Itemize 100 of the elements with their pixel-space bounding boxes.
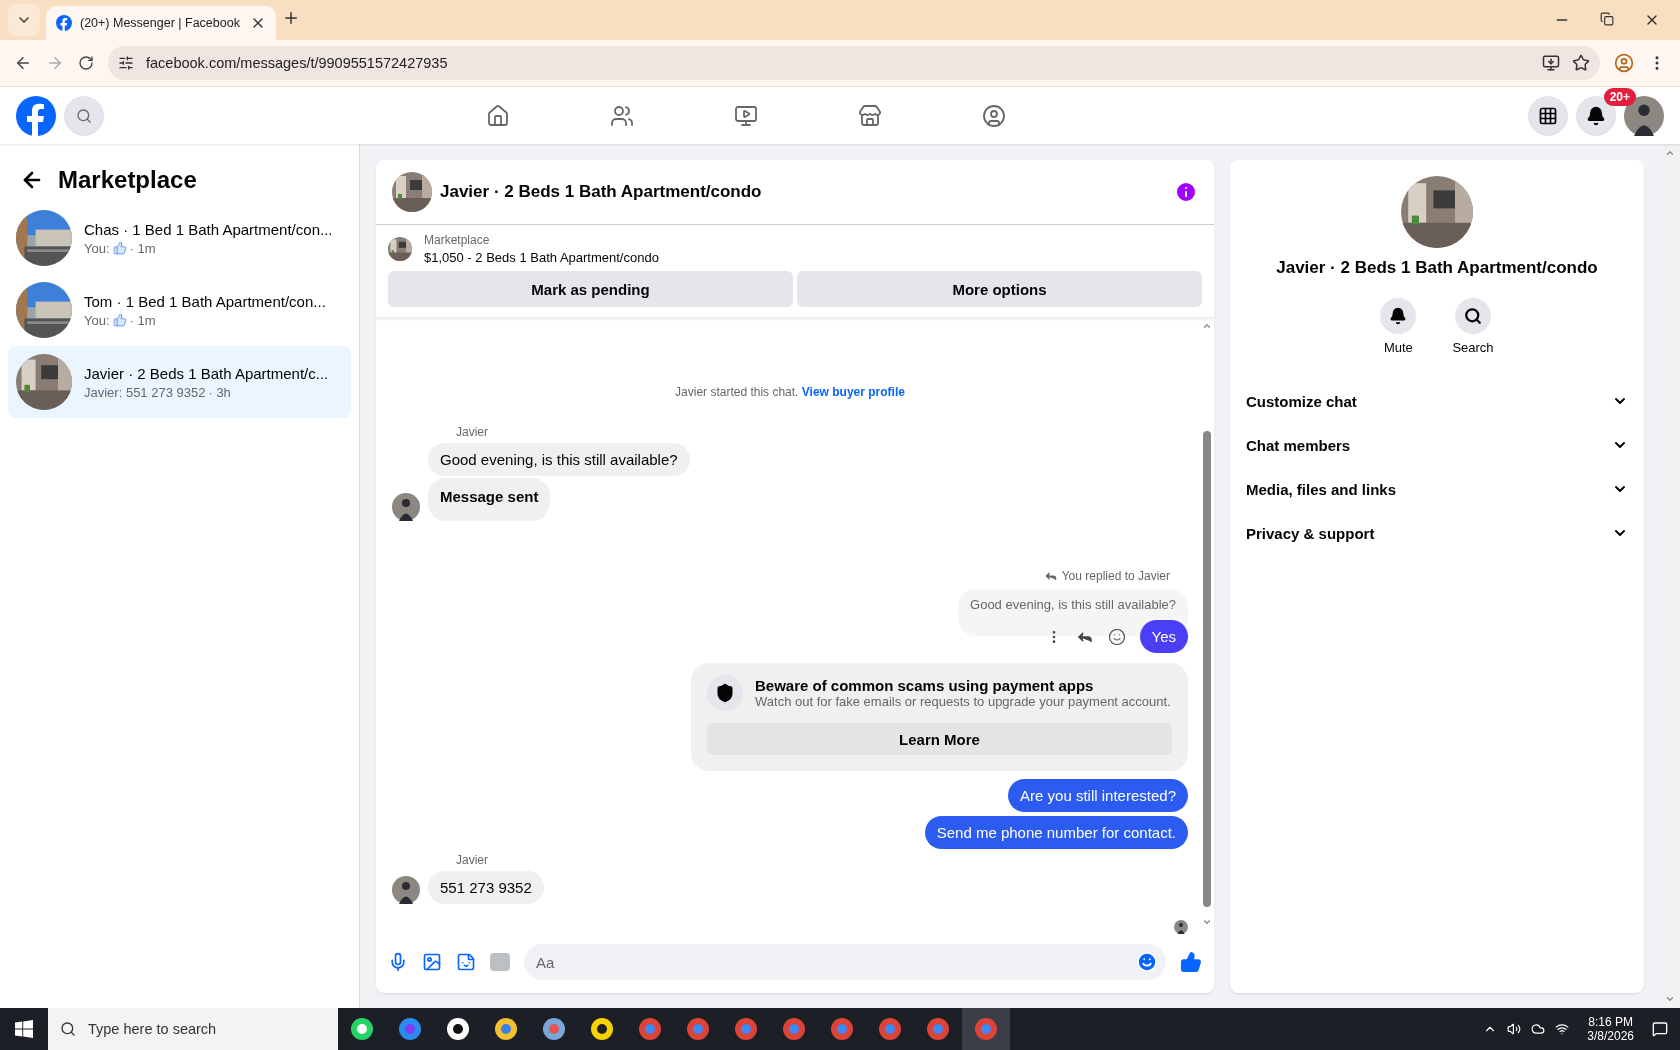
conversation-preview: Javier: 551 273 9352 (84, 384, 206, 400)
smiley-icon[interactable] (1107, 627, 1126, 646)
friends-icon[interactable] (610, 103, 634, 128)
sender-name: Javier (456, 853, 489, 867)
chrome-icon[interactable] (878, 1017, 902, 1041)
chrome-icon[interactable] (734, 1017, 758, 1041)
details-section[interactable]: Customize chat (1246, 379, 1628, 423)
notes-icon[interactable] (590, 1017, 614, 1041)
sticker-icon[interactable] (456, 952, 476, 972)
volume-icon (1507, 1022, 1522, 1036)
listing-action-button[interactable]: Mark as pending (388, 271, 793, 307)
microphone-icon[interactable] (388, 952, 408, 972)
details-section[interactable]: Privacy & support (1246, 511, 1628, 555)
learn-more-button[interactable]: Learn More (707, 723, 1172, 755)
conversation-title: Chas · 1 Bed 1 Bath Apartment/con... (84, 220, 333, 238)
message-bubble: 551 273 9352 (428, 871, 544, 904)
chrome-icon[interactable] (974, 1017, 998, 1041)
back-icon[interactable] (14, 54, 32, 72)
folder-icon[interactable] (494, 1017, 518, 1041)
image-icon[interactable] (422, 952, 442, 972)
conversation-preview: You: (84, 240, 110, 256)
notice-text: Watch out for fake emails or requests to upgrade your payment account. (755, 694, 1171, 709)
star-icon[interactable] (1572, 54, 1590, 72)
app-icon[interactable] (446, 1017, 470, 1041)
message-bubble: Send me phone number for contact. (924, 816, 1188, 849)
store-icon[interactable] (858, 103, 882, 128)
mute-button[interactable] (1380, 298, 1417, 334)
facebook-logo[interactable] (16, 95, 56, 136)
avatar (1174, 920, 1188, 934)
scrollbar-thumb[interactable] (1203, 431, 1211, 907)
notifications-icon[interactable] (1652, 1021, 1668, 1037)
reply-icon (1043, 569, 1058, 583)
tab-title: (20+) Messenger | Facebook (80, 16, 241, 30)
install-icon[interactable] (1542, 54, 1560, 72)
restore-icon[interactable] (1600, 12, 1614, 26)
buyer-profile-link[interactable]: View buyer profile (801, 385, 905, 399)
listing-description: $1,050 - 2 Beds 1 Bath Apartment/condo (424, 250, 659, 265)
search-icon (60, 1021, 76, 1037)
scroll-up-icon (1202, 321, 1212, 331)
thumbs-up-icon[interactable] (1180, 951, 1202, 973)
search-icon (76, 107, 92, 124)
app-icon[interactable] (542, 1017, 566, 1041)
reload-icon[interactable] (78, 55, 94, 71)
groups-icon[interactable] (982, 103, 1006, 128)
conversation-preview: You: (84, 312, 110, 328)
taskbar-search[interactable]: Type here to search (48, 1008, 338, 1050)
cloud-icon (1531, 1022, 1546, 1036)
details-section[interactable]: Media, files and links (1246, 467, 1628, 511)
listing-label: Marketplace (424, 233, 491, 247)
conversation-item[interactable]: Javier · 2 Beds 1 Bath Apartment/c... Javier: 551 273 9352 · 3h (8, 346, 351, 418)
message-bubble: Are you still interested? (1008, 779, 1188, 812)
details-section[interactable]: Chat members (1246, 423, 1628, 467)
conversation-title: Tom · 1 Bed 1 Bath Apartment/con... (84, 292, 326, 310)
reply-note: You replied to Javier (1061, 569, 1170, 583)
profile-icon[interactable] (1614, 53, 1634, 73)
clock-time: 8:16 PM (1588, 1015, 1633, 1029)
grid-icon (1538, 105, 1558, 126)
browser-tab[interactable]: (20+) Messenger | Facebook (46, 6, 276, 40)
windows-logo[interactable] (15, 1020, 33, 1038)
message-bubble: Message sent (428, 478, 551, 521)
chrome-icon[interactable] (782, 1017, 806, 1041)
message-input[interactable]: Aa (524, 944, 1166, 980)
avatar (392, 876, 420, 904)
conversation-time: · 1m (129, 312, 156, 328)
conversation-item[interactable]: Tom · 1 Bed 1 Bath Apartment/con... You: · 1m (8, 274, 351, 346)
bell-icon (1586, 105, 1606, 126)
listing-action-button[interactable]: More options (797, 271, 1202, 307)
info-icon[interactable] (1174, 180, 1198, 204)
thumbs-up-icon (112, 313, 127, 327)
menu-button[interactable] (1528, 95, 1568, 136)
clock-date: 3/8/2026 (1587, 1029, 1634, 1043)
scroll-down-icon (1202, 917, 1212, 927)
whatsapp-icon[interactable] (350, 1017, 374, 1041)
emoji-icon[interactable] (1136, 951, 1158, 973)
site-settings-icon[interactable] (118, 55, 134, 71)
sidebar-title: Marketplace (58, 166, 197, 194)
shield-icon (715, 683, 735, 703)
conversation-title: Javier · 2 Beds 1 Bath Apartment/c... (84, 364, 329, 382)
search-button[interactable] (1455, 298, 1491, 334)
chat-title: Javier · 2 Beds 1 Bath Apartment/condo (440, 182, 763, 202)
sender-name: Javier (456, 425, 489, 439)
conversation-item[interactable]: Chas · 1 Bed 1 Bath Apartment/con... You: · 1m (8, 202, 351, 274)
network-icon (1555, 1022, 1570, 1036)
plus-icon[interactable] (282, 9, 300, 27)
facebook-favicon (56, 15, 72, 31)
scroll-down-icon (1665, 994, 1675, 1004)
scroll-up-icon (1665, 148, 1675, 158)
notice-title: Beware of common scams using payment apps (755, 677, 1095, 694)
chrome-icon[interactable] (638, 1017, 662, 1041)
chrome-icon[interactable] (830, 1017, 854, 1041)
notification-badge: 20+ (1603, 87, 1636, 106)
bell-icon (1389, 307, 1408, 325)
chrome-icon[interactable] (926, 1017, 950, 1041)
chat-start-note: Javier started this chat. View buyer profile (674, 385, 906, 399)
home-icon[interactable] (486, 103, 510, 128)
conversation-time: · 1m (129, 240, 156, 256)
conversation-time: · 3h (208, 384, 231, 400)
chrome-icon[interactable] (686, 1017, 710, 1041)
video-icon[interactable] (734, 103, 758, 128)
details-title: Javier · 2 Beds 1 Bath Apartment/condo (1276, 258, 1598, 278)
